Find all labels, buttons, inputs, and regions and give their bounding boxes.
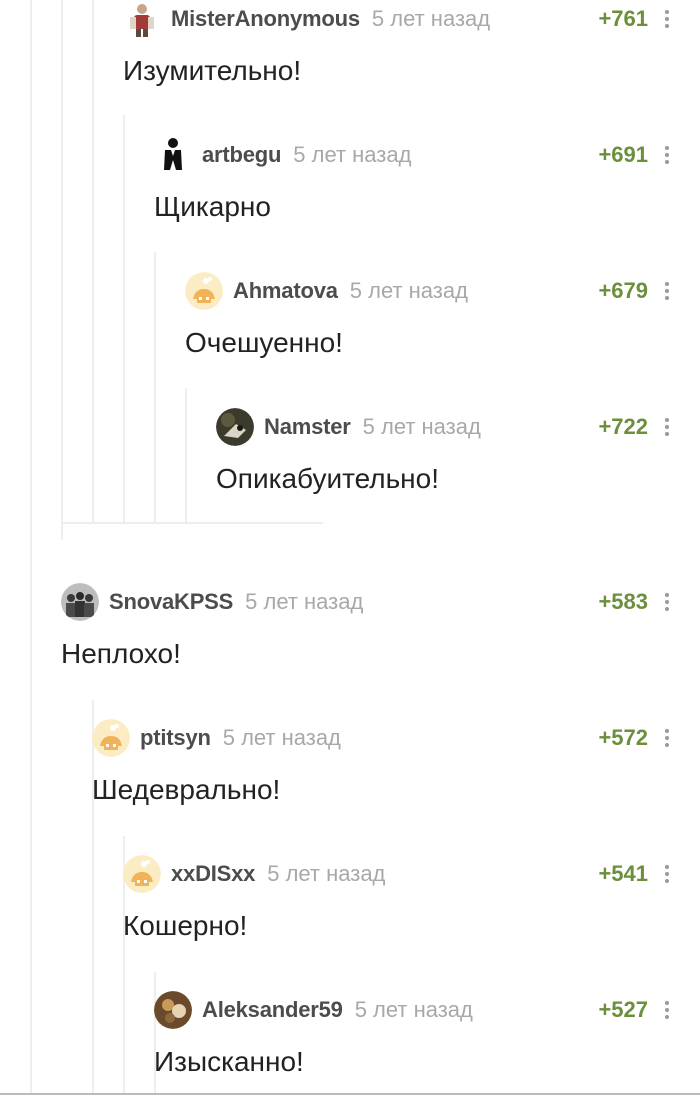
thread-line — [185, 388, 187, 522]
default-avatar[interactable] — [92, 719, 130, 757]
suit-avatar[interactable] — [154, 136, 192, 174]
comment-text: Изумительно! — [123, 55, 302, 86]
comment-text: Опикабуительно! — [216, 463, 439, 494]
comment-rating: +541 — [598, 861, 648, 886]
comment-rating: +583 — [598, 589, 648, 614]
more-options-icon[interactable] — [662, 865, 672, 883]
more-options-icon[interactable] — [662, 593, 672, 611]
thread-line — [30, 0, 32, 1095]
thread-line — [61, 522, 323, 524]
username[interactable]: Ahmatova — [233, 278, 338, 304]
timestamp[interactable]: 5 лет назад — [245, 589, 363, 615]
username[interactable]: ptitsyn — [140, 725, 211, 751]
comment-text: Кошерно! — [123, 910, 248, 941]
more-options-icon[interactable] — [662, 1001, 672, 1019]
accordion-player-avatar[interactable] — [123, 0, 161, 38]
comment: ptitsyn 5 лет назад +572 Шедеврально! — [92, 719, 672, 807]
more-options-icon[interactable] — [662, 729, 672, 747]
more-options-icon[interactable] — [662, 282, 672, 300]
comment-rating: +679 — [598, 278, 648, 303]
comment-rating: +691 — [598, 142, 648, 167]
comment-header: SnovaKPSS 5 лет назад +583 — [61, 583, 672, 621]
thread-line — [154, 252, 156, 522]
timestamp[interactable]: 5 лет назад — [223, 725, 341, 751]
username[interactable]: artbegu — [202, 142, 281, 168]
username[interactable]: Namster — [264, 414, 351, 440]
comment-rating: +527 — [598, 997, 648, 1022]
comment-rating: +572 — [598, 725, 648, 750]
thread-line — [92, 0, 94, 522]
photo-avatar[interactable] — [154, 991, 192, 1029]
comment-header: ptitsyn 5 лет назад +572 — [92, 719, 672, 757]
timestamp[interactable]: 5 лет назад — [363, 414, 481, 440]
comment-rating: +722 — [598, 414, 648, 439]
comment-header: artbegu 5 лет назад +691 — [154, 136, 672, 174]
comment: Ahmatova 5 лет назад +679 Очешуенно! — [185, 272, 672, 360]
default-avatar[interactable] — [123, 855, 161, 893]
timestamp[interactable]: 5 лет назад — [350, 278, 468, 304]
group-photo-avatar[interactable] — [61, 583, 99, 621]
comment-header: Ahmatova 5 лет назад +679 — [185, 272, 672, 310]
comment-header: xxDISxx 5 лет назад +541 — [123, 855, 672, 893]
comment-text: Шедеврально! — [92, 774, 281, 805]
comment: Namster 5 лет назад +722 Опикабуительно! — [216, 408, 672, 496]
username[interactable]: SnovaKPSS — [109, 589, 233, 615]
comment-text: Изысканно! — [154, 1046, 304, 1077]
more-options-icon[interactable] — [662, 146, 672, 164]
comment: xxDISxx 5 лет назад +541 Кошерно! — [123, 855, 672, 943]
comment: artbegu 5 лет назад +691 Щикарно — [154, 136, 672, 224]
comment-header: MisterAnonymous 5 лет назад +761 — [123, 0, 672, 38]
comment-rating: +761 — [598, 6, 648, 31]
timestamp[interactable]: 5 лет назад — [267, 861, 385, 887]
comment: SnovaKPSS 5 лет назад +583 Неплохо! — [61, 583, 672, 671]
username[interactable]: MisterAnonymous — [171, 6, 360, 32]
username[interactable]: xxDISxx — [171, 861, 255, 887]
default-avatar[interactable] — [185, 272, 223, 310]
creature-avatar[interactable] — [216, 408, 254, 446]
comment: MisterAnonymous 5 лет назад +761 Изумите… — [123, 0, 672, 88]
comment-header: Aleksander59 5 лет назад +527 — [154, 991, 672, 1029]
username[interactable]: Aleksander59 — [202, 997, 343, 1023]
timestamp[interactable]: 5 лет назад — [293, 142, 411, 168]
more-options-icon[interactable] — [662, 10, 672, 28]
thread-line — [61, 0, 63, 540]
comment: Aleksander59 5 лет назад +527 Изысканно! — [154, 991, 672, 1079]
thread-line — [123, 115, 125, 522]
comment-text: Очешуенно! — [185, 327, 343, 358]
timestamp[interactable]: 5 лет назад — [355, 997, 473, 1023]
comment-text: Неплохо! — [61, 638, 181, 669]
comment-text: Щикарно — [154, 191, 271, 222]
more-options-icon[interactable] — [662, 418, 672, 436]
timestamp[interactable]: 5 лет назад — [372, 6, 490, 32]
comment-header: Namster 5 лет назад +722 — [216, 408, 672, 446]
